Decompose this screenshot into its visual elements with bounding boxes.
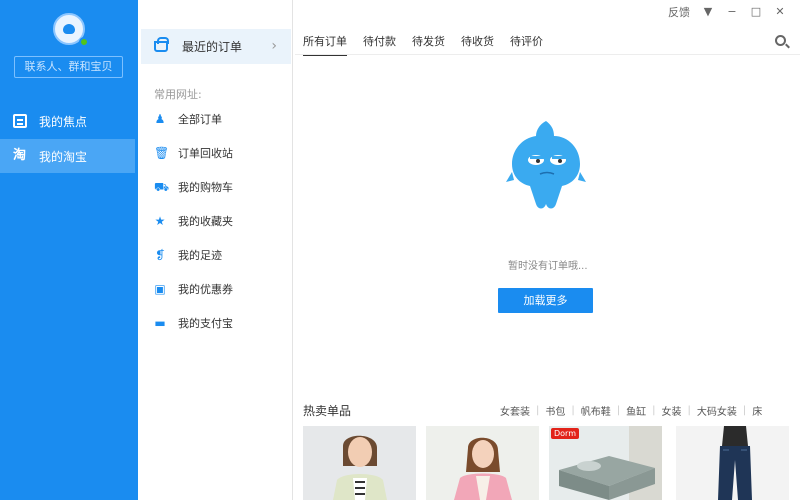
category-separator: |: [652, 405, 656, 416]
hot-category-link[interactable]: 女装: [662, 403, 682, 418]
bell-icon: ♟: [154, 112, 166, 126]
product-image: [718, 426, 752, 500]
hot-category-link[interactable]: 大码女装: [697, 403, 737, 418]
hot-category-link[interactable]: 床: [752, 403, 762, 418]
menu-item-label: 我的足迹: [178, 249, 222, 262]
minimize-icon[interactable]: −: [726, 6, 738, 18]
menu-item-favorites[interactable]: ★ 我的收藏夹: [138, 207, 288, 235]
sidebar-item-label: 我的焦点: [39, 114, 88, 129]
menu-item-all-orders[interactable]: ♟ 全部订单: [138, 105, 288, 133]
window-controls: 反馈 ▼ − □ ✕: [668, 4, 786, 20]
product-image: [454, 437, 512, 500]
chevron-right-icon: ›: [271, 38, 277, 54]
recent-orders-item[interactable]: 最近的订单 ›: [141, 29, 291, 64]
product-image: [333, 435, 387, 500]
tab-pending-receipt[interactable]: 待收货: [461, 33, 494, 56]
menu-item-footprints[interactable]: ❡ 我的足迹: [138, 241, 288, 269]
hot-category-link[interactable]: 书包: [545, 403, 565, 418]
category-separator: |: [571, 405, 575, 416]
footprint-icon: ❡: [154, 248, 166, 262]
hot-category-link[interactable]: 鱼缸: [626, 403, 646, 418]
recent-orders-label: 最近的订单: [182, 40, 243, 54]
menu-item-label: 我的支付宝: [178, 317, 233, 330]
tab-pending-review[interactable]: 待评价: [510, 33, 543, 56]
hot-category-link[interactable]: 帆布鞋: [581, 403, 611, 418]
product-card[interactable]: Dorm: [549, 426, 662, 500]
close-icon[interactable]: ✕: [774, 6, 786, 18]
category-separator: |: [687, 405, 691, 416]
product-card[interactable]: [303, 426, 416, 500]
dropdown-arrow-icon[interactable]: ▼: [702, 6, 714, 18]
category-separator: |: [616, 405, 621, 416]
hot-categories: 女套装 | 书包 | 帆布鞋 | 鱼缸 | 女装 | 大码女装 | 床: [500, 403, 762, 418]
contact-search-input[interactable]: 联系人、群和宝贝: [14, 56, 123, 78]
menu-item-coupons[interactable]: ▣ 我的优惠券: [138, 275, 288, 303]
menu-item-label: 我的收藏夹: [178, 215, 233, 228]
category-separator: |: [536, 405, 540, 416]
trash-icon: 🗑: [154, 146, 170, 160]
search-icon[interactable]: [775, 35, 786, 46]
sidebar-item-label: 我的淘宝: [39, 149, 88, 164]
left-sidebar: 联系人、群和宝贝 我的焦点 淘 我的淘宝: [0, 0, 138, 500]
taobao-icon: 淘: [13, 148, 27, 163]
feedback-link[interactable]: 反馈: [668, 4, 690, 20]
focus-icon: [13, 114, 27, 128]
menu-item-label: 全部订单: [178, 113, 222, 126]
user-avatar[interactable]: [53, 13, 89, 47]
product-card[interactable]: [426, 426, 539, 500]
empty-state-message: 暂时没有订单哦...: [508, 261, 588, 272]
menu-item-cart[interactable]: ⛟ 我的购物车: [138, 173, 288, 201]
avatar-face-icon: [63, 24, 75, 34]
hot-category-link[interactable]: 女套装: [500, 403, 530, 418]
product-badge: Dorm: [551, 428, 579, 439]
sidebar-item-my-focus[interactable]: 我的焦点: [0, 104, 138, 138]
star-icon: ★: [154, 214, 166, 228]
tab-all-orders[interactable]: 所有订单: [303, 33, 347, 56]
maximize-icon[interactable]: □: [750, 6, 762, 18]
menu-item-label: 我的购物车: [178, 181, 233, 194]
menu-item-alipay[interactable]: ▬ 我的支付宝: [138, 309, 288, 337]
category-separator: |: [742, 405, 747, 416]
load-more-button[interactable]: 加载更多: [498, 288, 593, 313]
orders-menu: 最近的订单 › 常用网址: ♟ 全部订单 🗑 订单回收站 ⛟ 我的购物车 ★ 我…: [138, 0, 293, 500]
mascot-illustration: [506, 121, 586, 209]
product-card[interactable]: [676, 426, 789, 500]
online-status-icon: [79, 37, 89, 47]
menu-item-recycle-bin[interactable]: 🗑 订单回收站: [138, 139, 288, 167]
sidebar-item-my-taobao[interactable]: 淘 我的淘宝: [0, 139, 135, 173]
menu-item-label: 订单回收站: [178, 147, 233, 160]
tabs-divider: [295, 54, 800, 55]
wallet-icon: ▬: [154, 316, 166, 330]
basket-icon: [154, 37, 169, 52]
cart-icon: ⛟: [154, 180, 170, 194]
menu-item-label: 我的优惠券: [178, 283, 233, 296]
section-title: 常用网址:: [154, 88, 202, 101]
tab-pending-payment[interactable]: 待付款: [363, 33, 396, 56]
order-tabs: 所有订单 待付款 待发货 待收货 待评价: [303, 33, 559, 56]
coupon-icon: ▣: [154, 282, 166, 296]
hot-items-title: 热卖单品: [303, 404, 352, 418]
tab-pending-shipment[interactable]: 待发货: [412, 33, 445, 56]
